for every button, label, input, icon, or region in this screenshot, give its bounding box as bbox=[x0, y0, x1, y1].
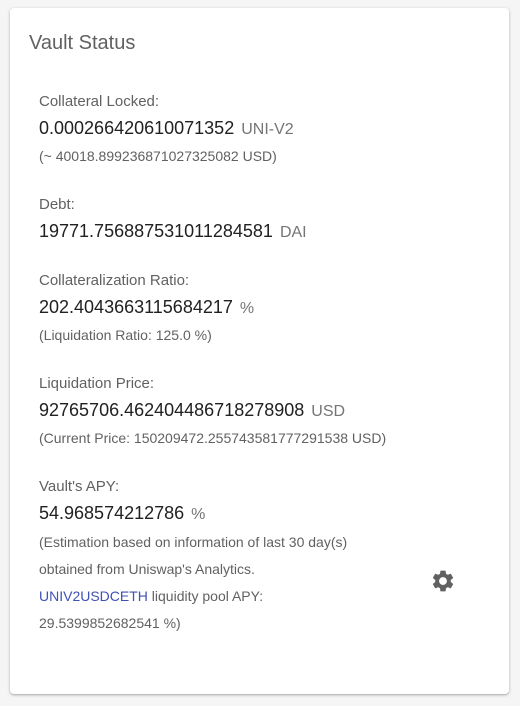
collateral-locked-value-line: 0.000266420610071352 UNI-V2 bbox=[39, 117, 479, 141]
vault-apy-section: Vault's APY: 54.968574212786 % (Estimati… bbox=[39, 477, 479, 637]
apy-note-line-2: obtained from Uniswap's Analytics. bbox=[39, 561, 255, 577]
collateral-locked-unit: UNI-V2 bbox=[241, 121, 294, 138]
debt-value: 19771.756887531011284581 bbox=[39, 221, 273, 241]
collateral-locked-label: Collateral Locked: bbox=[39, 93, 160, 110]
debt-section: Debt: 19771.756887531011284581 DAI bbox=[39, 195, 479, 244]
vault-apy-value: 54.968574212786 bbox=[39, 503, 185, 523]
apy-estimation-notes: (Estimation based on information of last… bbox=[39, 529, 479, 637]
vault-apy-unit: % bbox=[191, 506, 206, 523]
collateral-locked-section: Collateral Locked: 0.000266420610071352 … bbox=[39, 92, 479, 166]
liquidation-price-section: Liquidation Price: 92765706.462404486718… bbox=[39, 374, 479, 448]
card-title: Vault Status bbox=[29, 32, 136, 54]
liquidation-price-label: Liquidation Price: bbox=[39, 375, 155, 392]
liquidity-pool-link[interactable]: UNIV2USDCETH bbox=[39, 588, 148, 604]
vault-status-card: Vault Status Collateral Locked: 0.000266… bbox=[10, 8, 509, 694]
liquidation-price-unit: USD bbox=[311, 403, 346, 420]
liquidity-pool-apy-value: 29.5399852682541 %) bbox=[39, 615, 181, 631]
debt-unit: DAI bbox=[279, 224, 307, 241]
gear-icon[interactable] bbox=[430, 568, 456, 594]
apy-note-line-3: UNIV2USDCETH liquidity pool APY: bbox=[39, 583, 479, 610]
debt-label: Debt: bbox=[39, 196, 75, 213]
collateralization-ratio-value: 202.404366311568421​7 bbox=[39, 297, 233, 317]
liquidation-price-value-line: 92765706.462404486718278908 USD bbox=[39, 399, 479, 423]
debt-value-line: 19771.756887531011284581 DAI bbox=[39, 220, 479, 244]
collateralization-ratio-value-line: 202.404366311568421​7 % bbox=[39, 296, 479, 320]
vault-apy-label: Vault's APY: bbox=[39, 478, 120, 495]
collateralization-ratio-unit: % bbox=[239, 300, 255, 317]
liquidation-ratio-note: (Liquidation Ratio: 125.0 %) bbox=[39, 327, 212, 343]
current-price-note: (Current Price: 150209472.25574358177729… bbox=[39, 430, 387, 446]
liquidity-pool-text: liquidity pool APY: bbox=[147, 588, 264, 604]
gear-icon-svg bbox=[432, 570, 454, 592]
liquidation-price-value: 92765706.462404486718278908 bbox=[39, 400, 305, 420]
collateralization-ratio-section: Collateralization Ratio: 202.40436631156… bbox=[39, 271, 479, 345]
vault-apy-value-line: 54.968574212786 % bbox=[39, 502, 479, 526]
collateral-usd-note: (~ 40018.899236871027325082 USD) bbox=[39, 148, 277, 164]
collateralization-ratio-label: Collateralization Ratio: bbox=[39, 272, 190, 289]
apy-note-line-1: (Estimation based on information of last… bbox=[39, 534, 348, 550]
collateral-locked-value: 0.000266420610071352 bbox=[39, 118, 235, 138]
